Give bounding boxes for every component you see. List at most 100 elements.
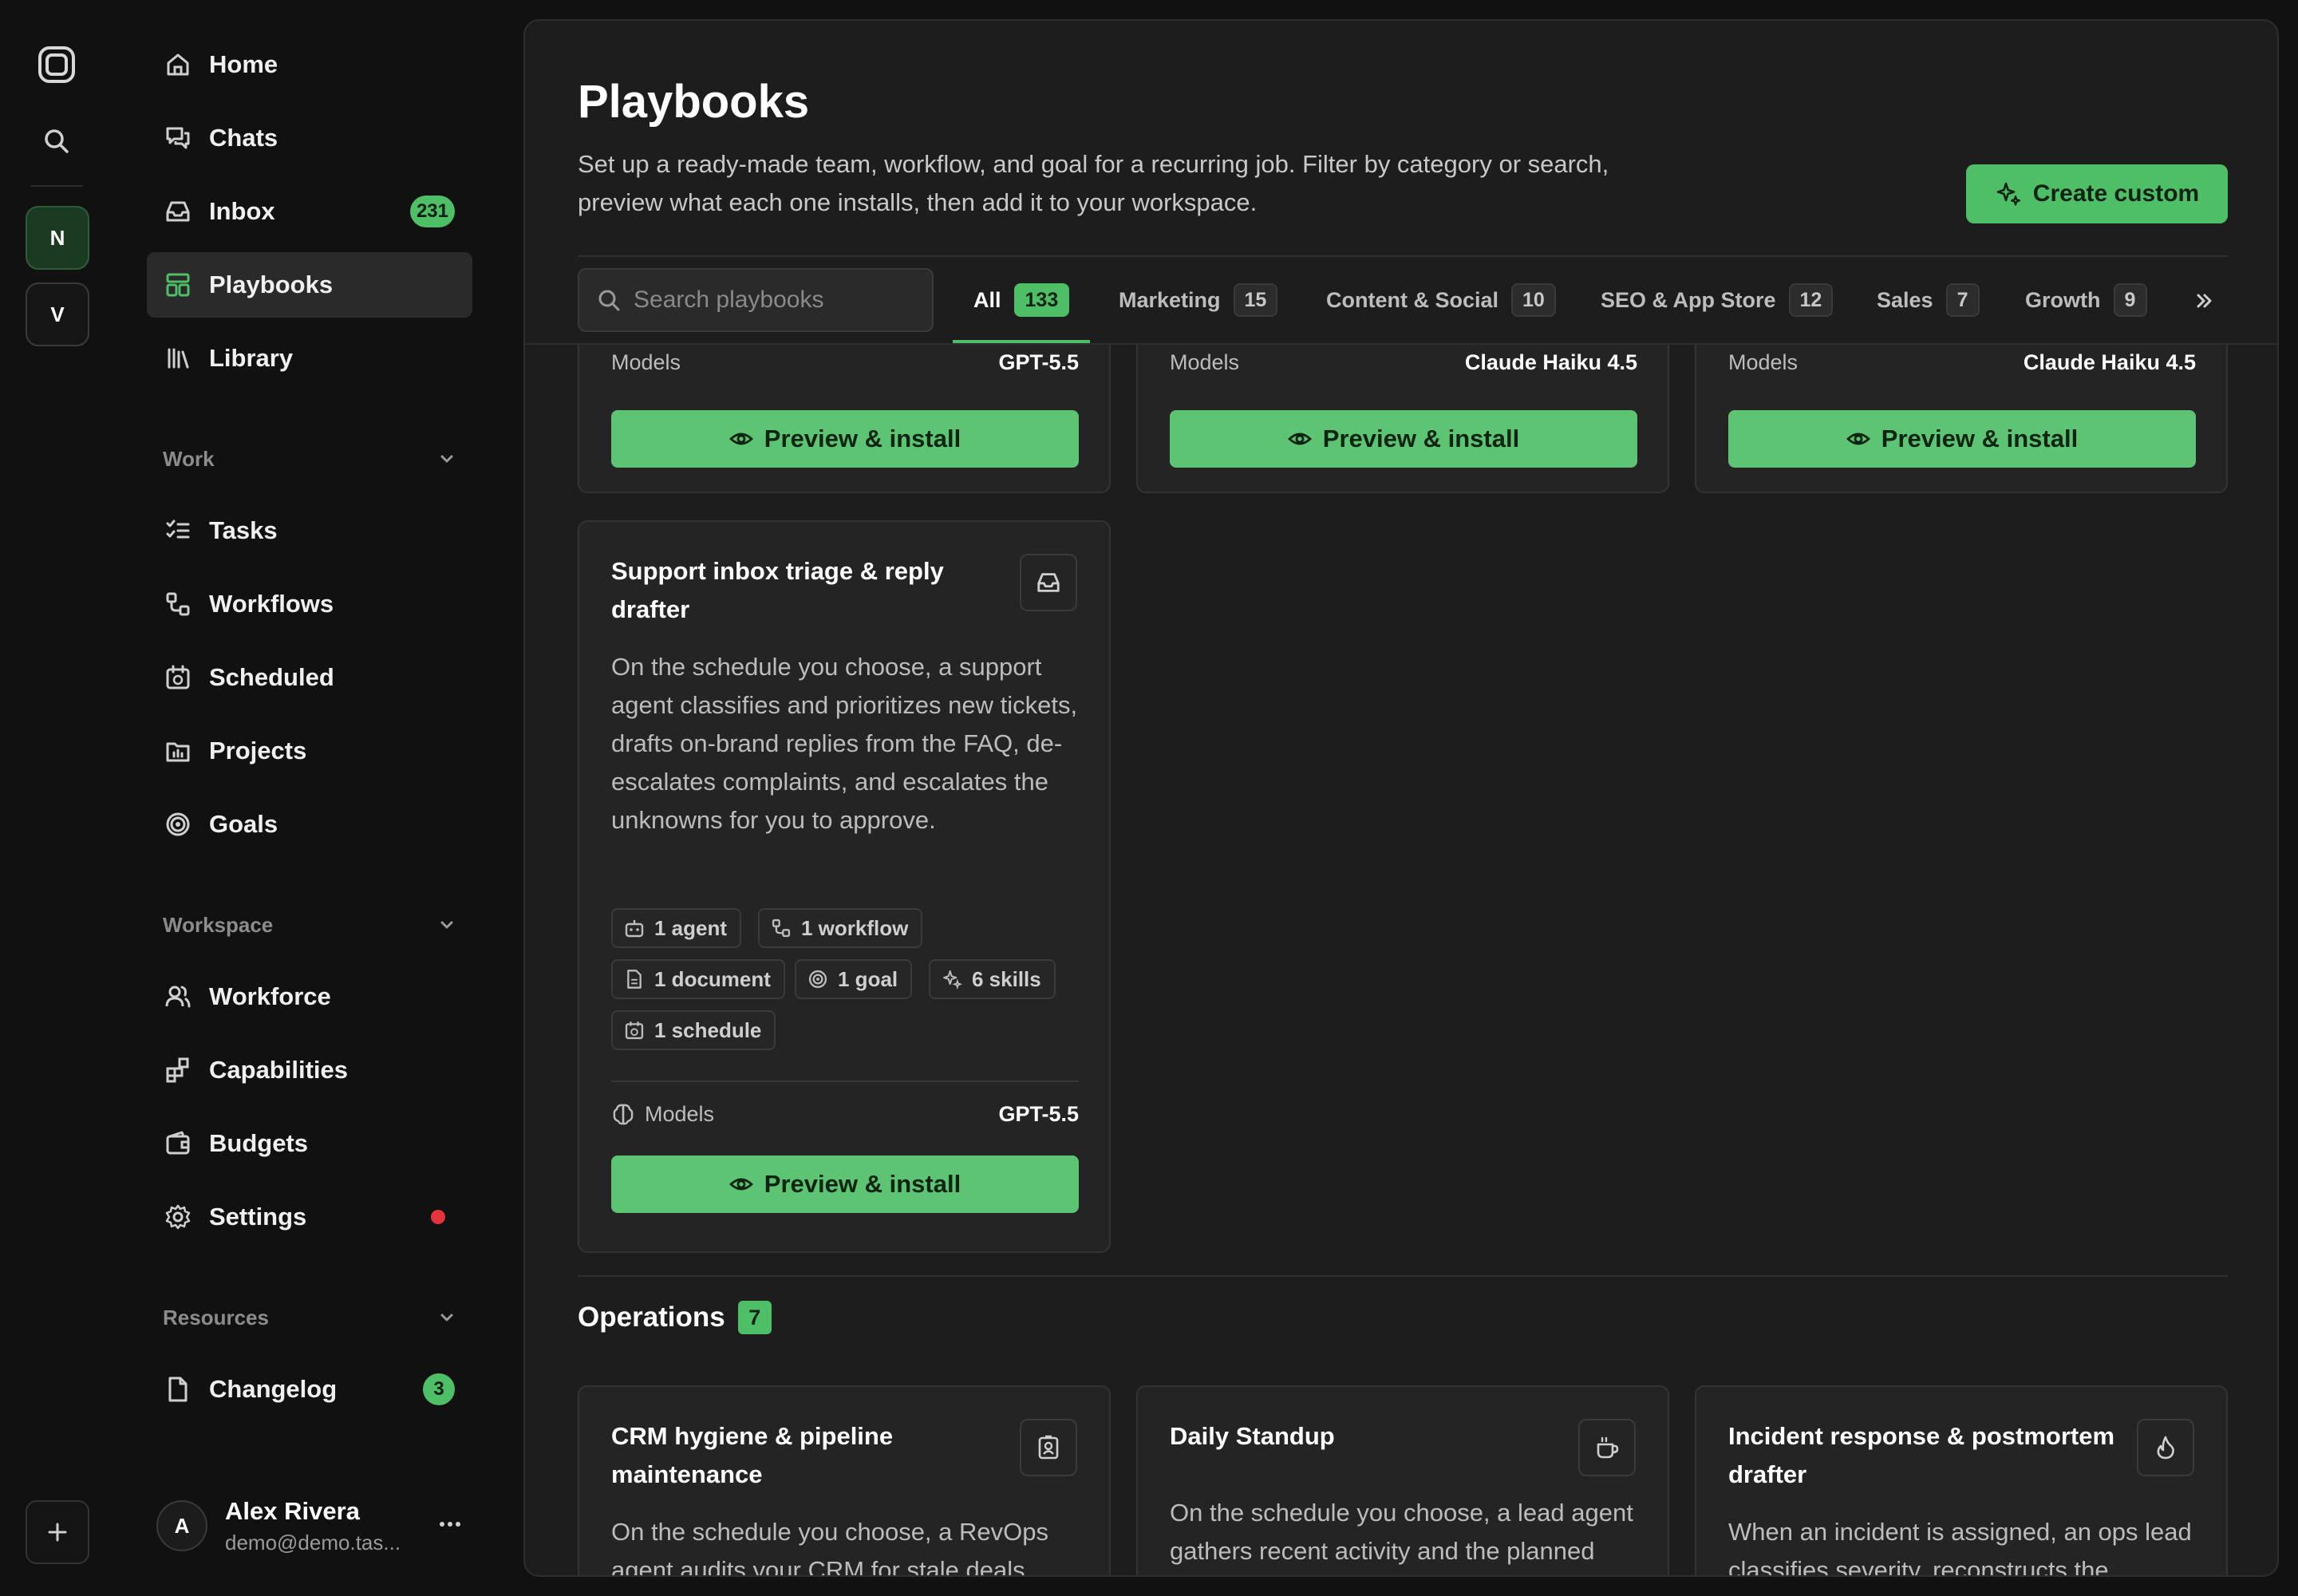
models-label: Models bbox=[645, 1101, 715, 1126]
create-custom-button[interactable]: Create custom bbox=[1966, 164, 2228, 223]
models-label: Models bbox=[1170, 350, 1240, 374]
eye-icon bbox=[728, 433, 753, 445]
tab-count: 133 bbox=[1013, 283, 1070, 317]
sidebar-item-tasks[interactable]: Tasks bbox=[147, 498, 472, 563]
sidebar-item-label: Projects bbox=[209, 737, 307, 764]
section-label: Work bbox=[163, 446, 215, 471]
sidebar-item-label: Playbooks bbox=[209, 271, 334, 298]
sidebar-item-label: Workflows bbox=[209, 590, 334, 618]
sidebar-item-chats[interactable]: Chats bbox=[147, 105, 472, 171]
playbook-card-daily-standup: Daily Standup On the schedule you choose… bbox=[1136, 1385, 1669, 1575]
chip-label: 1 schedule bbox=[654, 1017, 762, 1042]
user-profile[interactable]: A Alex Rivera demo@demo.tas... bbox=[156, 1486, 482, 1566]
tab-seo-app-store[interactable]: SEO & App Store 12 bbox=[1601, 270, 1834, 330]
card-description: When an incident is assigned, an ops lea… bbox=[1728, 1518, 2192, 1577]
card-divider bbox=[611, 1080, 1079, 1082]
users-icon bbox=[165, 986, 191, 1008]
header-divider bbox=[578, 255, 2228, 257]
card-title: CRM hygiene & pipeline maintenance bbox=[611, 1422, 894, 1488]
sidebar-item-settings[interactable]: Settings bbox=[147, 1184, 472, 1250]
inbox-icon bbox=[1037, 573, 1060, 592]
inbox-icon bbox=[166, 201, 190, 222]
sidebar-item-changelog[interactable]: Changelog 3 bbox=[147, 1357, 472, 1422]
sidebar-item-workforce[interactable]: Workforce bbox=[147, 964, 472, 1029]
workspace-rail: N V bbox=[0, 0, 115, 1596]
workspace-switch-v[interactable]: V bbox=[26, 282, 89, 346]
playbook-card: Models Claude Haiku 4.5 Preview & instal… bbox=[1136, 345, 1669, 493]
card-category-icon bbox=[2137, 1419, 2194, 1476]
sidebar-item-playbooks[interactable]: Playbooks bbox=[147, 252, 472, 318]
tab-content-social[interactable]: Content & Social 10 bbox=[1326, 270, 1556, 330]
card-description: On the schedule you choose, a support ag… bbox=[611, 653, 1078, 834]
add-workspace-button[interactable] bbox=[26, 1500, 89, 1564]
tab-label: Growth bbox=[2025, 287, 2101, 312]
playbooks-scroll-area[interactable]: Models GPT-5.5 Preview & install Models … bbox=[525, 345, 2277, 1577]
sidebar-item-label: Scheduled bbox=[209, 663, 334, 691]
gear-icon bbox=[165, 1204, 191, 1230]
card-title: Incident response & postmortem drafter bbox=[1728, 1422, 2115, 1488]
sidebar-item-home[interactable]: Home bbox=[147, 32, 472, 97]
app-logo-icon[interactable] bbox=[37, 45, 77, 85]
playbook-card: Models Claude Haiku 4.5 Preview & instal… bbox=[1695, 345, 2228, 493]
install-label: Preview & install bbox=[764, 1170, 961, 1198]
sidebar-item-goals[interactable]: Goals bbox=[147, 792, 472, 857]
card-description: On the schedule you choose, a lead agent… bbox=[1170, 1499, 1633, 1565]
card-title: Daily Standup bbox=[1170, 1422, 1335, 1450]
section-toggle-resources[interactable]: Resources bbox=[163, 1298, 456, 1337]
tab-growth[interactable]: Growth 9 bbox=[2025, 270, 2147, 330]
target-icon bbox=[808, 970, 827, 989]
rail-divider bbox=[30, 185, 83, 187]
preview-install-button[interactable]: Preview & install bbox=[611, 410, 1079, 468]
blocks-icon bbox=[166, 1057, 189, 1083]
sparkles-icon bbox=[1996, 182, 2020, 206]
tab-all[interactable]: All 133 bbox=[973, 270, 1070, 330]
sidebar-item-label: Changelog bbox=[209, 1375, 338, 1403]
section-divider bbox=[578, 1275, 2228, 1277]
sidebar-item-capabilities[interactable]: Capabilities bbox=[147, 1037, 472, 1103]
tab-count: 10 bbox=[1511, 283, 1556, 317]
tab-sales[interactable]: Sales 7 bbox=[1877, 270, 1980, 330]
sidebar-item-library[interactable]: Library bbox=[147, 326, 472, 391]
chevrons-right-icon[interactable] bbox=[2193, 289, 2217, 313]
chat-bubbles-icon bbox=[166, 127, 190, 149]
preview-install-button[interactable]: Preview & install bbox=[611, 1156, 1079, 1213]
sidebar-item-label: Workforce bbox=[209, 982, 331, 1010]
chip-label: 1 goal bbox=[838, 966, 898, 991]
card-description: On the schedule you choose, a RevOps age… bbox=[611, 1518, 1048, 1577]
sidebar-item-label: Settings bbox=[209, 1203, 307, 1231]
calendar-clock-icon bbox=[625, 1021, 644, 1040]
document-icon bbox=[627, 970, 642, 989]
create-custom-label: Create custom bbox=[2032, 180, 2200, 207]
tab-marketing[interactable]: Marketing 15 bbox=[1119, 270, 1278, 330]
preview-install-button[interactable]: Preview & install bbox=[1170, 410, 1637, 468]
install-label: Preview & install bbox=[1881, 425, 2079, 452]
chip-skills: 6 skills bbox=[929, 959, 1056, 999]
models-value: Claude Haiku 4.5 bbox=[2023, 350, 2196, 374]
section-toggle-work[interactable]: Work bbox=[163, 439, 456, 479]
tab-label: Sales bbox=[1877, 287, 1933, 312]
chip-label: 1 agent bbox=[654, 915, 728, 940]
card-category-icon bbox=[1020, 1419, 1077, 1476]
chevron-down-icon bbox=[440, 1314, 453, 1321]
models-row: Models Claude Haiku 4.5 bbox=[1170, 346, 1637, 378]
sidebar-item-label: Goals bbox=[209, 810, 278, 838]
card-category-icon bbox=[1020, 554, 1077, 611]
more-horizontal-icon[interactable] bbox=[434, 1508, 466, 1540]
models-row: Models GPT-5.5 bbox=[611, 346, 1079, 378]
preview-install-button[interactable]: Preview & install bbox=[1728, 410, 2196, 468]
search-input[interactable] bbox=[634, 286, 921, 314]
chip-schedule: 1 schedule bbox=[611, 1010, 776, 1050]
sidebar-item-scheduled[interactable]: Scheduled bbox=[147, 645, 472, 710]
sidebar-item-workflows[interactable]: Workflows bbox=[147, 571, 472, 637]
sidebar-item-projects[interactable]: Projects bbox=[147, 718, 472, 784]
sidebar: Home Chats Inbox 231 Playbooks Library W… bbox=[115, 0, 523, 1596]
search-icon[interactable] bbox=[41, 126, 72, 156]
document-icon bbox=[168, 1377, 188, 1402]
sidebar-item-label: Capabilities bbox=[209, 1056, 348, 1084]
sidebar-item-budgets[interactable]: Budgets bbox=[147, 1111, 472, 1176]
search-playbooks[interactable] bbox=[578, 268, 934, 332]
workspace-switch-n[interactable]: N bbox=[26, 206, 89, 270]
section-toggle-workspace[interactable]: Workspace bbox=[163, 905, 456, 945]
sidebar-item-inbox[interactable]: Inbox 231 bbox=[147, 179, 472, 244]
playbook-card-incident-response: Incident response & postmortem drafter W… bbox=[1695, 1385, 2228, 1577]
